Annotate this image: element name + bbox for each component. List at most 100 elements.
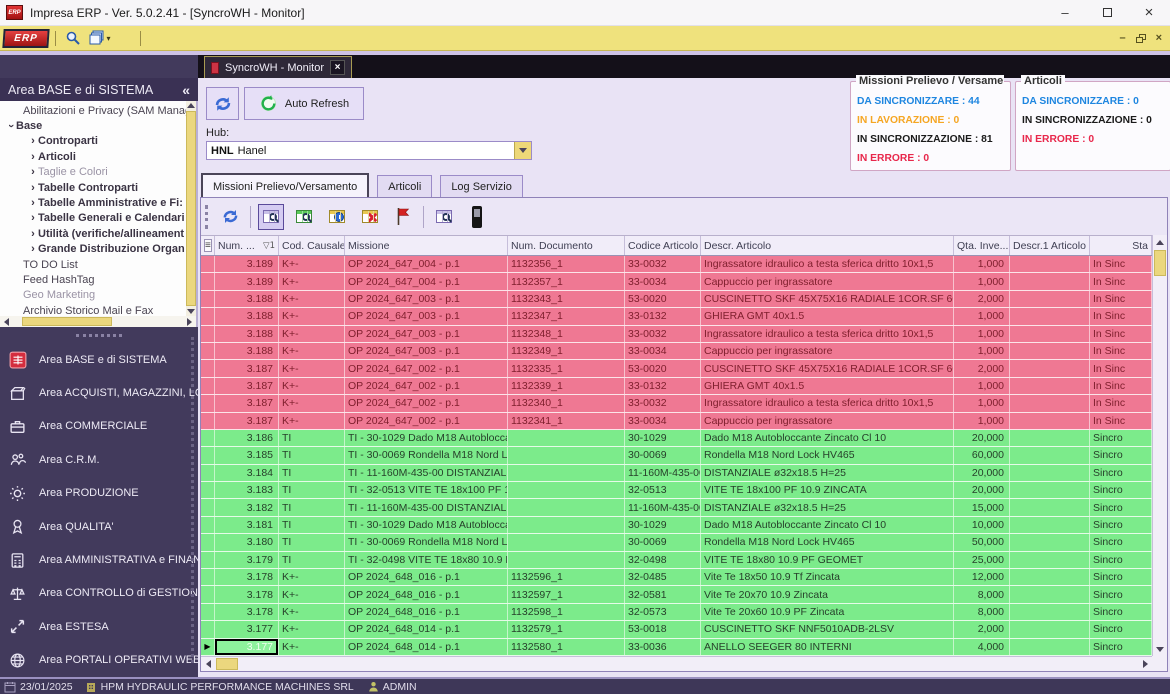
cell-codice[interactable]: 33-0034 <box>625 343 701 359</box>
cell-stato[interactable]: Sincro <box>1090 482 1152 498</box>
row-indicator[interactable] <box>201 534 215 550</box>
cell-qta[interactable]: 50,000 <box>954 534 1010 550</box>
grid-row-5[interactable]: 3.188K+-OP 2024_647_003 - p.11132349_133… <box>201 343 1152 360</box>
cell-missione[interactable]: OP 2024_648_014 - p.1 <box>345 639 508 655</box>
cell-codice[interactable]: 30-1029 <box>625 517 701 533</box>
row-indicator[interactable] <box>201 378 215 394</box>
cell-descr[interactable]: Cappuccio per ingrassatore <box>701 273 954 289</box>
cell-missione[interactable]: TI - 32-0513 VITE TE 18x100 PF 10. <box>345 482 508 498</box>
cell-descr[interactable]: Vite Te 20x60 10.9 PF Zincata <box>701 604 954 620</box>
cell-codice[interactable]: 33-0132 <box>625 308 701 324</box>
area-button-balance[interactable]: Area CONTROLLO di GESTIONE <box>0 577 198 610</box>
grid-hscroll-thumb[interactable] <box>216 658 238 670</box>
cell-causale[interactable]: TI <box>279 517 345 533</box>
row-indicator[interactable] <box>201 447 215 463</box>
tree-item-9[interactable]: ›Grande Distribuzione Organ <box>0 242 186 257</box>
cell-descr1[interactable] <box>1010 639 1090 655</box>
mdi-minimize-button[interactable]: – <box>1119 33 1125 44</box>
cell-num[interactable]: 3.182 <box>215 499 279 515</box>
tab-missioni-prelievo-versamento[interactable]: Missioni Prelievo/Versamento <box>201 173 369 198</box>
cell-descr1[interactable] <box>1010 430 1090 446</box>
row-indicator[interactable] <box>201 308 215 324</box>
cell-causale[interactable]: TI <box>279 447 345 463</box>
minimize-button[interactable]: – <box>1044 0 1086 25</box>
grid-row-0[interactable]: 3.189K+-OP 2024_647_004 - p.11132356_133… <box>201 256 1152 273</box>
area-button-arrows[interactable]: Area ESTESA <box>0 610 198 643</box>
cell-num[interactable]: 3.179 <box>215 552 279 568</box>
cell-num[interactable]: 3.187 <box>215 413 279 429</box>
cell-num[interactable]: 3.187 <box>215 395 279 411</box>
chevron-down-icon[interactable]: › <box>5 121 17 131</box>
cell-num[interactable]: 3.185 <box>215 447 279 463</box>
search-icon[interactable] <box>63 28 83 48</box>
cell-codice[interactable]: 32-0513 <box>625 482 701 498</box>
cell-documento[interactable] <box>508 482 625 498</box>
cell-documento[interactable]: 1132347_1 <box>508 308 625 324</box>
cell-missione[interactable]: TI - 11-160M-435-00 DISTANZIALE <box>345 465 508 481</box>
row-indicator[interactable] <box>201 273 215 289</box>
cell-codice[interactable]: 53-0018 <box>625 621 701 637</box>
search-grid-button[interactable] <box>431 204 457 230</box>
cell-missione[interactable]: TI - 30-0069 Rondella M18 Nord Loc <box>345 534 508 550</box>
tree-hscrollbar-thumb[interactable] <box>22 317 112 326</box>
cell-missione[interactable]: OP 2024_648_016 - p.1 <box>345 569 508 585</box>
cell-missione[interactable]: OP 2024_648_014 - p.1 <box>345 621 508 637</box>
row-indicator[interactable] <box>201 465 215 481</box>
cell-codice[interactable]: 53-0020 <box>625 291 701 307</box>
cell-causale[interactable]: K+- <box>279 639 345 655</box>
tab-log-servizio[interactable]: Log Servizio <box>440 175 523 198</box>
tree-vertical-scrollbar[interactable] <box>186 101 196 316</box>
cell-num[interactable]: 3.183 <box>215 482 279 498</box>
grid-row-2[interactable]: 3.188K+-OP 2024_647_003 - p.11132343_153… <box>201 291 1152 308</box>
cell-descr1[interactable] <box>1010 499 1090 515</box>
area-button-grid-red[interactable]: Area BASE e di SISTEMA <box>0 343 198 376</box>
row-indicator[interactable] <box>201 569 215 585</box>
chevron-right-icon[interactable]: › <box>28 243 38 255</box>
cell-codice[interactable]: 32-0581 <box>625 586 701 602</box>
cell-causale[interactable]: K+- <box>279 343 345 359</box>
cell-missione[interactable]: OP 2024_647_004 - p.1 <box>345 256 508 272</box>
mdi-close-button[interactable]: × <box>1156 33 1162 44</box>
chevron-right-icon[interactable]: › <box>28 197 38 209</box>
grid-row-21[interactable]: 3.177K+-OP 2024_648_014 - p.11132579_153… <box>201 621 1152 638</box>
cell-descr[interactable]: Ingrassatore idraulico a testa sferica d… <box>701 326 954 342</box>
grid-row-11[interactable]: 3.185TITI - 30-0069 Rondella M18 Nord Lo… <box>201 447 1152 464</box>
cell-missione[interactable]: OP 2024_647_004 - p.1 <box>345 273 508 289</box>
cell-descr1[interactable] <box>1010 604 1090 620</box>
cell-documento[interactable] <box>508 534 625 550</box>
cell-codice[interactable]: 11-160M-435-00 <box>625 499 701 515</box>
cell-descr1[interactable] <box>1010 552 1090 568</box>
view-grid-button[interactable] <box>258 204 284 230</box>
cell-documento[interactable]: 1132356_1 <box>508 256 625 272</box>
cell-descr1[interactable] <box>1010 326 1090 342</box>
toolbar-drag-handle[interactable] <box>205 205 208 229</box>
grid-refresh-button[interactable] <box>217 204 243 230</box>
cell-num[interactable]: 3.177 <box>215 639 279 655</box>
row-indicator[interactable] <box>201 499 215 515</box>
cell-documento[interactable]: 1132357_1 <box>508 273 625 289</box>
cell-codice[interactable]: 33-0034 <box>625 273 701 289</box>
grid-header-num-[interactable]: Num. ...▽1 <box>215 236 279 255</box>
cell-stato[interactable]: In Sinc <box>1090 273 1152 289</box>
refresh-button[interactable] <box>206 87 239 120</box>
cell-missione[interactable]: TI - 30-0069 Rondella M18 Nord Loc <box>345 447 508 463</box>
cell-stato[interactable]: In Sinc <box>1090 360 1152 376</box>
maximize-button[interactable] <box>1086 0 1128 25</box>
cell-causale[interactable]: K+- <box>279 569 345 585</box>
cell-documento[interactable]: 1132349_1 <box>508 343 625 359</box>
row-indicator[interactable] <box>201 256 215 272</box>
cell-missione[interactable]: OP 2024_647_003 - p.1 <box>345 343 508 359</box>
cell-causale[interactable]: TI <box>279 499 345 515</box>
cell-missione[interactable]: OP 2024_647_002 - p.1 <box>345 360 508 376</box>
row-indicator[interactable] <box>201 621 215 637</box>
cell-codice[interactable]: 11-160M-435-00 <box>625 465 701 481</box>
grid-row-19[interactable]: 3.178K+-OP 2024_648_016 - p.11132597_132… <box>201 586 1152 603</box>
scroll-down-icon[interactable] <box>1156 647 1164 652</box>
cell-descr[interactable]: Ingrassatore idraulico a testa sferica d… <box>701 256 954 272</box>
tree-item-8[interactable]: ›Utilità (verifiche/allineament <box>0 226 186 241</box>
cell-causale[interactable]: K+- <box>279 273 345 289</box>
cell-documento[interactable] <box>508 447 625 463</box>
cell-descr1[interactable] <box>1010 395 1090 411</box>
area-button-medal[interactable]: Area QUALITA' <box>0 510 198 543</box>
grid-row-7[interactable]: 3.187K+-OP 2024_647_002 - p.11132339_133… <box>201 378 1152 395</box>
